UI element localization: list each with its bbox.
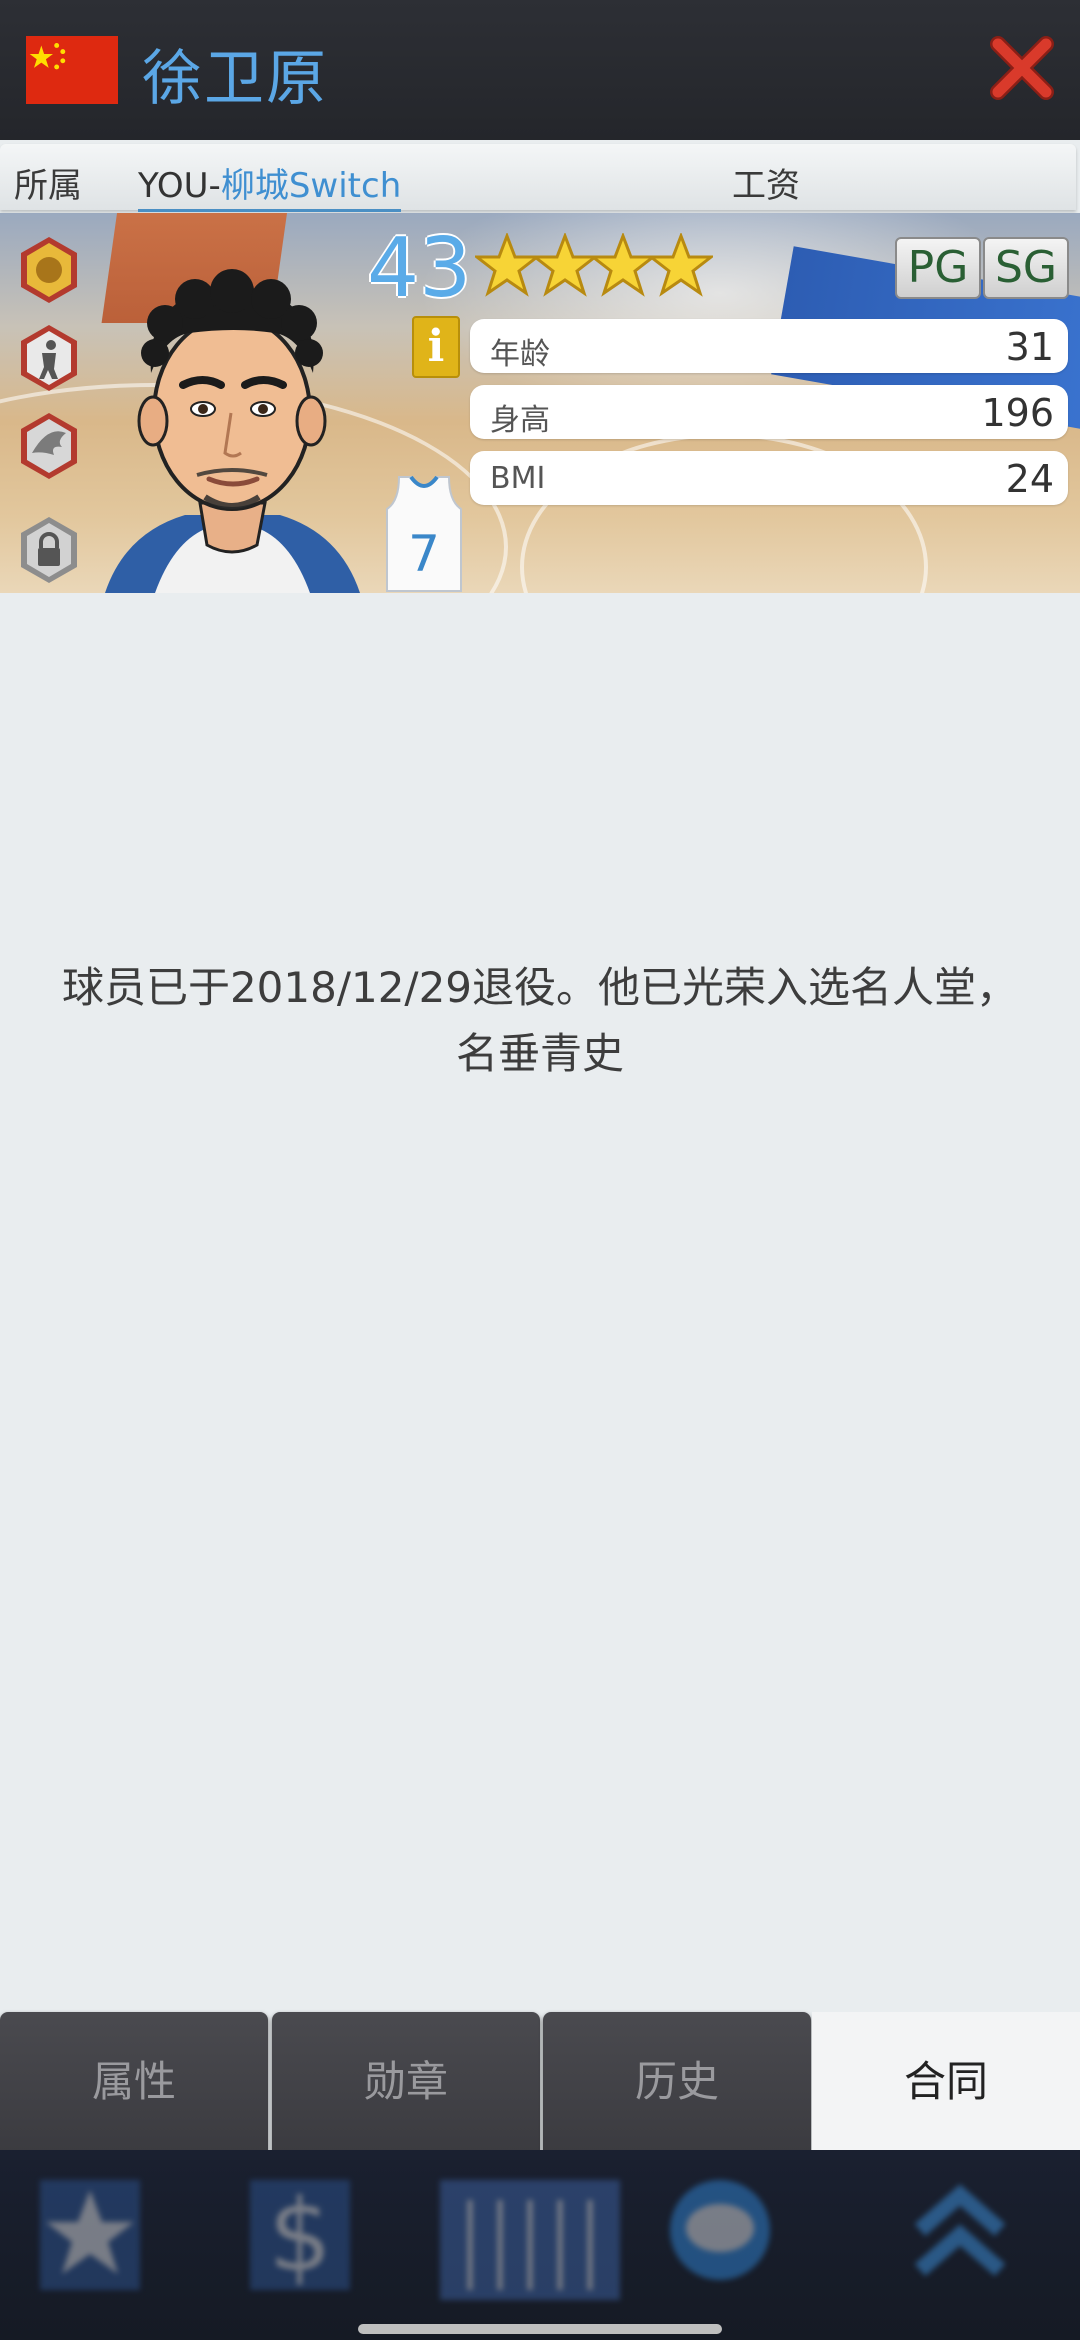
star-icon bbox=[588, 231, 658, 297]
position-badge-sg: SG bbox=[983, 237, 1069, 299]
info-icon[interactable]: i bbox=[412, 316, 460, 378]
tab-history[interactable]: 历史 bbox=[543, 2012, 811, 2152]
tab-contract[interactable]: 合同 bbox=[812, 2012, 1080, 2158]
stat-value: 31 bbox=[1005, 325, 1054, 369]
overall-rating: 43 bbox=[367, 221, 472, 316]
player-avatar bbox=[105, 269, 360, 593]
team-link[interactable]: YOU-柳城Switch bbox=[138, 158, 402, 212]
message-line: 球员已于2018/12/29退役。他已光荣入选名人堂， bbox=[61, 963, 1019, 1012]
star-icon bbox=[646, 231, 716, 297]
stat-row-bmi: BMI 24 bbox=[470, 451, 1068, 505]
close-button[interactable] bbox=[990, 34, 1054, 102]
player-silhouette-badge-icon[interactable] bbox=[18, 323, 80, 393]
lock-badge-icon bbox=[18, 515, 80, 585]
message-line: 名垂青史 bbox=[455, 1029, 624, 1078]
stat-value: 196 bbox=[981, 391, 1054, 435]
player-info-bar: 所属 YOU-柳城Switch 工资 bbox=[0, 144, 1076, 212]
close-x-icon bbox=[990, 36, 1054, 100]
affiliation-label: 所属 bbox=[14, 166, 82, 206]
gold-hand-badge-icon[interactable] bbox=[18, 235, 80, 305]
china-flag-icon bbox=[26, 36, 118, 104]
team-name: 柳城Switch bbox=[220, 166, 402, 206]
tab-attributes[interactable]: 属性 bbox=[0, 2012, 268, 2152]
stat-row-height: 身高 196 bbox=[470, 385, 1068, 439]
star-icon[interactable] bbox=[30, 2170, 150, 2300]
wing-badge-icon[interactable] bbox=[18, 411, 80, 481]
stat-row-age: 年龄 31 bbox=[470, 319, 1068, 373]
svg-text:$: $ bbox=[268, 2177, 332, 2294]
stat-label: 年龄 bbox=[490, 337, 550, 372]
star-rating bbox=[472, 231, 716, 303]
stat-value: 24 bbox=[1005, 457, 1054, 501]
chevron-up-icon[interactable] bbox=[900, 2170, 1020, 2300]
jersey-number-text: 7 bbox=[408, 525, 440, 583]
arena-icon[interactable] bbox=[440, 2170, 620, 2300]
retirement-message: 球员已于2018/12/29退役。他已光荣入选名人堂， 名垂青史 bbox=[30, 955, 1050, 1087]
chat-icon[interactable] bbox=[660, 2170, 780, 2300]
tab-bar: 属性 勋章 历史 合同 bbox=[0, 2012, 1080, 2158]
dollar-icon[interactable]: $ bbox=[240, 2170, 360, 2300]
tab-medals[interactable]: 勋章 bbox=[272, 2012, 540, 2152]
stat-label: BMI bbox=[490, 461, 546, 496]
jersey-number: 7 bbox=[385, 475, 463, 593]
stat-label: 身高 bbox=[490, 403, 550, 438]
player-card: 7 43 PG SG i 年龄 31 身高 196 BMI 24 bbox=[0, 213, 1080, 593]
player-name: 徐卫原 bbox=[142, 44, 328, 114]
star-icon bbox=[472, 231, 542, 297]
position-badge-pg: PG bbox=[895, 237, 981, 299]
bottom-nav: $ bbox=[0, 2150, 1080, 2340]
title-bar: 徐卫原 bbox=[0, 0, 1080, 140]
salary-label: 工资 bbox=[732, 166, 800, 206]
team-prefix: YOU- bbox=[138, 166, 221, 206]
star-icon bbox=[530, 231, 600, 297]
home-indicator[interactable] bbox=[358, 2324, 722, 2334]
